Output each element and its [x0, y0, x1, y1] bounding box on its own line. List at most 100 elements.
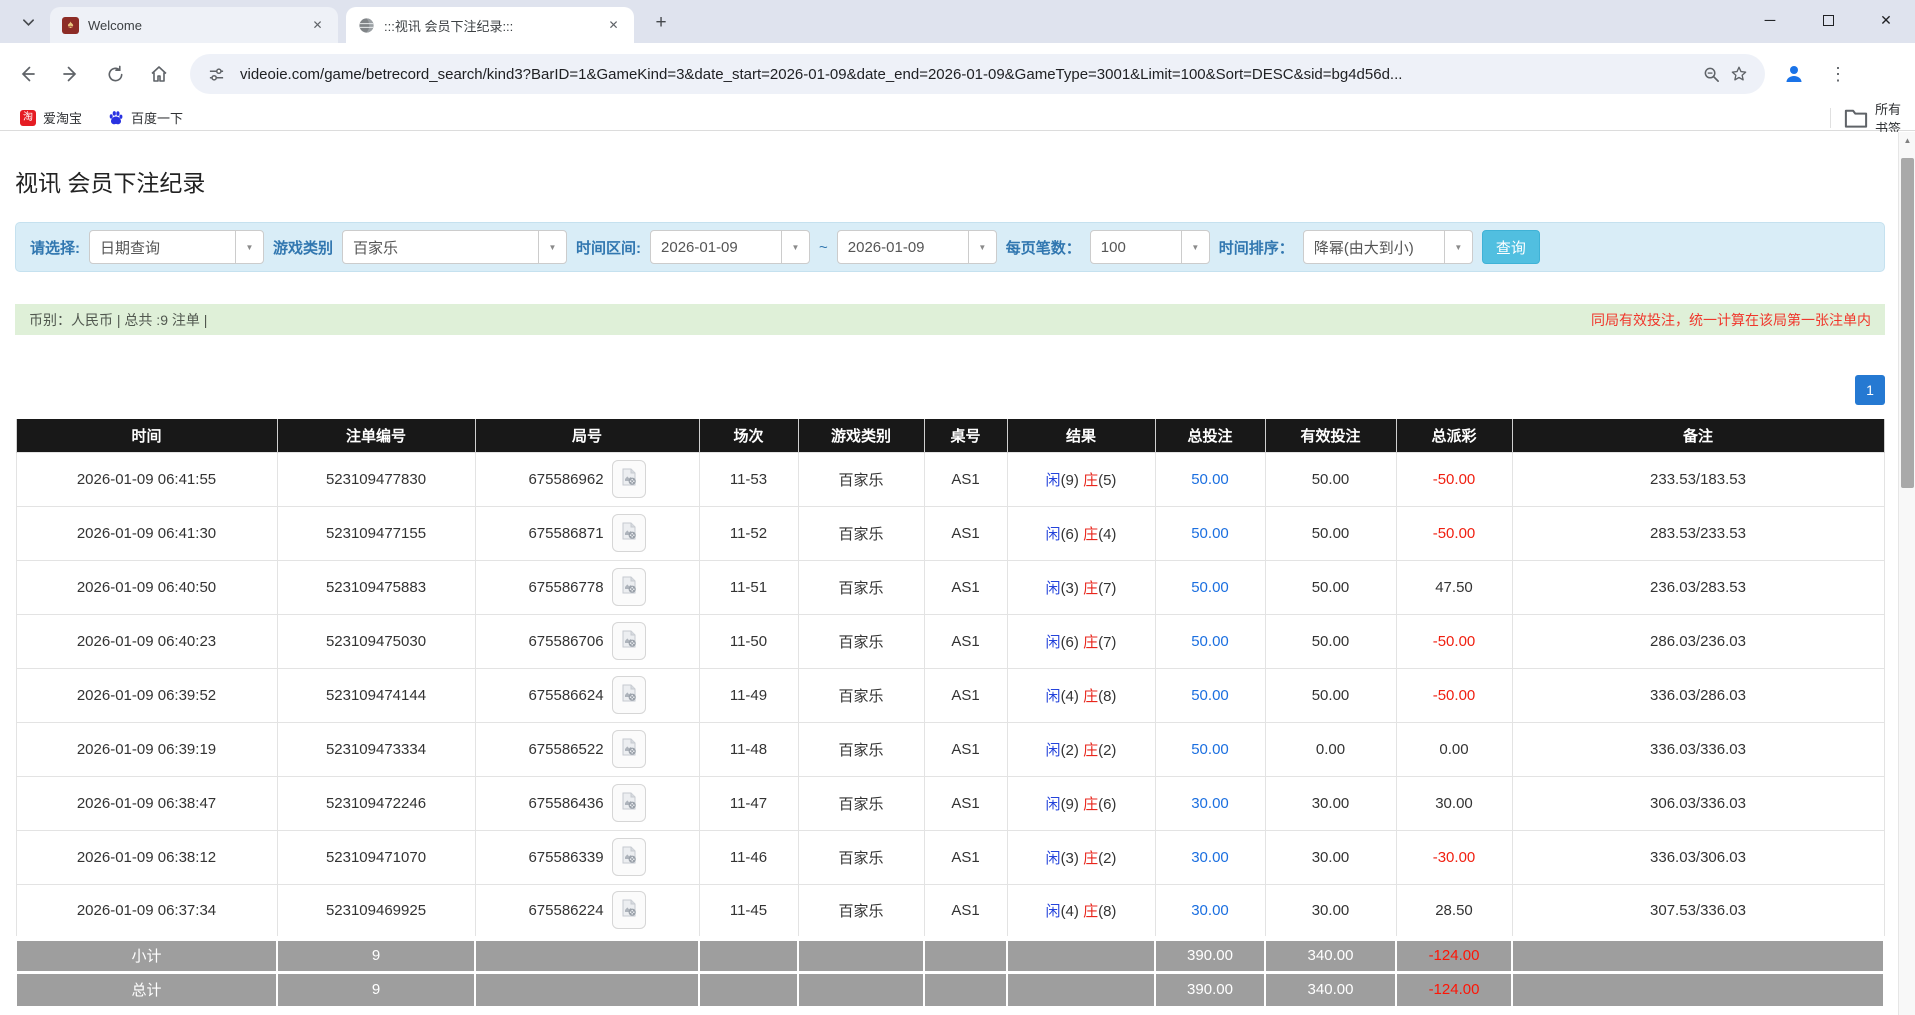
- per-page-select[interactable]: 100 ▼: [1090, 230, 1210, 264]
- date-start-select[interactable]: 2026-01-09 ▼: [650, 230, 810, 264]
- cell-session: 11-47: [699, 776, 798, 830]
- cell-table-no: AS1: [924, 560, 1007, 614]
- col-remark: 备注: [1512, 419, 1884, 452]
- video-replay-button[interactable]: [612, 568, 646, 606]
- cell-total-bet: 50.00: [1155, 614, 1265, 668]
- cell-bet-id: 523109472246: [277, 776, 475, 830]
- cell-total-bet: 50.00: [1155, 722, 1265, 776]
- game-kind-select[interactable]: 百家乐 ▼: [342, 230, 567, 264]
- cell-table-no: AS1: [924, 668, 1007, 722]
- new-tab-button[interactable]: +: [648, 10, 674, 36]
- table-row: 2026-01-09 06:37:34523109469925675586224…: [16, 884, 1884, 938]
- total-valid-bet: 340.00: [1265, 972, 1396, 1006]
- maximize-button[interactable]: [1799, 0, 1857, 40]
- chevron-down-icon: ▼: [968, 231, 996, 263]
- col-valid-bet: 有效投注: [1265, 419, 1396, 452]
- bookmark-aitaobao[interactable]: 淘 爱淘宝: [14, 106, 88, 129]
- cell-remark: 336.03/286.03: [1512, 668, 1884, 722]
- chevron-down-icon: ▼: [781, 231, 809, 263]
- total-bet-link[interactable]: 30.00: [1191, 795, 1229, 812]
- reload-icon: [106, 65, 125, 84]
- cell-total-bet: 30.00: [1155, 776, 1265, 830]
- total-bet-link[interactable]: 50.00: [1191, 687, 1229, 704]
- total-bet-link[interactable]: 50.00: [1191, 633, 1229, 650]
- video-replay-button[interactable]: [612, 891, 646, 929]
- page-scrollbar[interactable]: ▲: [1898, 132, 1915, 1015]
- cell-round-id: 675586706: [475, 614, 699, 668]
- cell-bet-id: 523109469925: [277, 884, 475, 938]
- all-bookmarks-button[interactable]: 所有书签: [1830, 108, 1901, 128]
- cell-valid-bet: 30.00: [1265, 776, 1396, 830]
- video-replay-button[interactable]: [612, 730, 646, 768]
- site-settings-icon[interactable]: [202, 60, 230, 88]
- cell-result: 闲(3) 庄(2): [1007, 830, 1155, 884]
- bookmark-star-icon[interactable]: [1725, 60, 1753, 88]
- tab-betrecord[interactable]: :::视讯 会员下注纪录::: ✕: [346, 7, 634, 43]
- total-bet-link[interactable]: 50.00: [1191, 471, 1229, 488]
- game-kind-label: 游戏类别: [273, 237, 333, 258]
- query-type-select[interactable]: 日期查询 ▼: [89, 230, 264, 264]
- table-row: 2026-01-09 06:39:19523109473334675586522…: [16, 722, 1884, 776]
- col-game-kind: 游戏类别: [798, 419, 924, 452]
- cell-table-no: AS1: [924, 830, 1007, 884]
- table-row: 2026-01-09 06:38:47523109472246675586436…: [16, 776, 1884, 830]
- total-bet-link[interactable]: 50.00: [1191, 525, 1229, 542]
- cell-game-kind: 百家乐: [798, 560, 924, 614]
- total-bet-link[interactable]: 50.00: [1191, 579, 1229, 596]
- table-row: 2026-01-09 06:41:30523109477155675586871…: [16, 506, 1884, 560]
- table-row: 2026-01-09 06:41:55523109477830675586962…: [16, 452, 1884, 506]
- cell-bet-id: 523109475030: [277, 614, 475, 668]
- video-replay-button[interactable]: [612, 514, 646, 552]
- cell-total-bet: 30.00: [1155, 830, 1265, 884]
- zoom-icon[interactable]: [1697, 60, 1725, 88]
- sort-select[interactable]: 降幂(由大到小) ▼: [1303, 230, 1473, 264]
- chevron-down-icon: [22, 16, 35, 29]
- cell-bet-id: 523109477155: [277, 506, 475, 560]
- cell-time: 2026-01-09 06:41:55: [16, 452, 277, 506]
- forward-button[interactable]: [54, 57, 88, 91]
- video-replay-button[interactable]: [612, 460, 646, 498]
- scroll-up-icon[interactable]: ▲: [1899, 132, 1915, 148]
- close-window-button[interactable]: ✕: [1857, 0, 1915, 40]
- scrollbar-thumb[interactable]: [1901, 158, 1914, 488]
- video-replay-button[interactable]: [612, 784, 646, 822]
- tab-search-button[interactable]: [14, 10, 42, 34]
- profile-avatar[interactable]: [1777, 57, 1811, 91]
- cell-game-kind: 百家乐: [798, 452, 924, 506]
- cell-game-kind: 百家乐: [798, 668, 924, 722]
- back-button[interactable]: [10, 57, 44, 91]
- chevron-down-icon: ▼: [538, 231, 566, 263]
- total-total-bet: 390.00: [1155, 972, 1265, 1006]
- table-row: 2026-01-09 06:38:12523109471070675586339…: [16, 830, 1884, 884]
- total-bet-link[interactable]: 30.00: [1191, 849, 1229, 866]
- video-replay-icon: [619, 737, 639, 761]
- forward-icon: [61, 64, 81, 84]
- home-button[interactable]: [142, 57, 176, 91]
- date-end-select[interactable]: 2026-01-09 ▼: [837, 230, 997, 264]
- bet-record-table: 时间 注单编号 局号 场次 游戏类别 桌号 结果 总投注 有效投注 总派彩 备注…: [15, 419, 1885, 1006]
- cell-time: 2026-01-09 06:39:52: [16, 668, 277, 722]
- cell-payout: -30.00: [1396, 830, 1512, 884]
- url-text[interactable]: videoie.com/game/betrecord_search/kind3?…: [240, 66, 1697, 83]
- browser-menu-button[interactable]: ⋮: [1821, 57, 1855, 91]
- search-button[interactable]: 查询: [1482, 230, 1540, 264]
- close-tab-icon[interactable]: ✕: [605, 17, 622, 34]
- total-bet-link[interactable]: 50.00: [1191, 741, 1229, 758]
- page-1-button[interactable]: 1: [1855, 375, 1885, 405]
- cell-session: 11-52: [699, 506, 798, 560]
- cell-bet-id: 523109474144: [277, 668, 475, 722]
- bookmark-baidu[interactable]: 百度一下: [102, 106, 189, 129]
- video-replay-icon: [619, 467, 639, 491]
- video-replay-button[interactable]: [612, 622, 646, 660]
- video-replay-button[interactable]: [612, 676, 646, 714]
- close-tab-icon[interactable]: ✕: [309, 17, 326, 34]
- folder-icon: [1843, 105, 1869, 131]
- address-bar[interactable]: videoie.com/game/betrecord_search/kind3?…: [190, 54, 1765, 94]
- reload-button[interactable]: [98, 57, 132, 91]
- video-replay-button[interactable]: [612, 838, 646, 876]
- minimize-button[interactable]: ─: [1741, 0, 1799, 40]
- cell-round-id: 675586778: [475, 560, 699, 614]
- tab-welcome[interactable]: ♠ Welcome ✕: [50, 7, 338, 43]
- total-bet-link[interactable]: 30.00: [1191, 902, 1229, 919]
- cell-valid-bet: 30.00: [1265, 830, 1396, 884]
